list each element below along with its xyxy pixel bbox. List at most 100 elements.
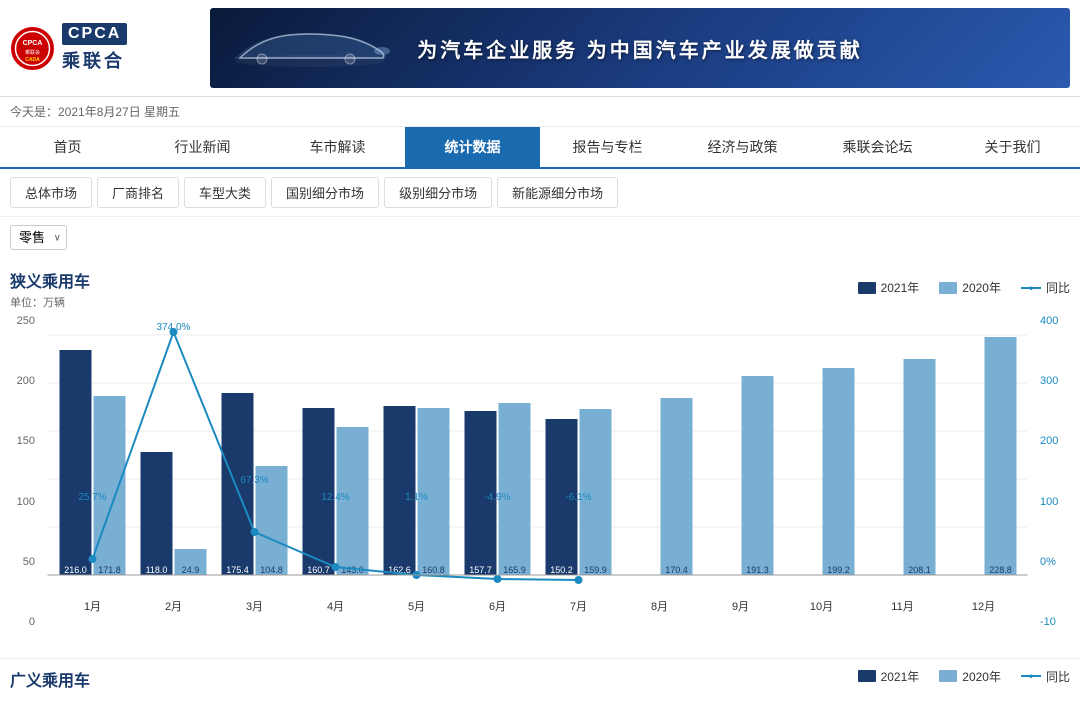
bar-2021-may [384,406,416,575]
chart2-legend-yoy: 同比 [1021,668,1070,685]
chart1-main: 216.0 171.8 1月 25.7% 118.0 24.9 2月 374.0… [40,315,1035,658]
svg-text:118.0: 118.0 [146,565,168,575]
svg-text:6月: 6月 [489,601,506,613]
nav-market[interactable]: 车市解读 [270,127,405,167]
svg-text:1月: 1月 [84,601,101,613]
sub-overall[interactable]: 总体市场 [10,177,92,208]
yoy-dot-jul [575,576,583,584]
bar-2020-aug [661,398,693,575]
svg-text:2月: 2月 [165,601,182,613]
svg-text:24.9: 24.9 [182,565,200,575]
yoy-dot-feb [170,328,178,336]
date-label: 今天是：2021年8月27日 星期五 [10,105,180,119]
sub-type[interactable]: 车型大类 [184,177,266,208]
chart2-legend-2020-box [939,670,957,682]
filter-select-wrapper: 零售 批发 [10,225,67,250]
svg-text:11月: 11月 [891,601,913,613]
logo-wrap: CPCA 乘联会 CADA CPCA 乘联合 [10,23,127,73]
svg-text:159.9: 159.9 [584,565,607,575]
svg-text:-6.1%: -6.1% [565,492,591,503]
nav-forum[interactable]: 乘联会论坛 [810,127,945,167]
chart2-legend-2021-label: 2021年 [881,668,920,685]
svg-text:150.2: 150.2 [550,565,573,575]
svg-text:1.1%: 1.1% [405,492,428,503]
sub-newenergy[interactable]: 新能源细分市场 [497,177,618,208]
cpca-circle-logo: CPCA 乘联会 CADA [10,26,55,71]
nav-home[interactable]: 首页 [0,127,135,167]
sub-level[interactable]: 级别细分市场 [384,177,492,208]
chart1-y-left: 250 200 150 100 50 0 [10,315,40,658]
yoy-dot-jan [89,555,97,563]
svg-text:CADA: CADA [25,57,40,63]
svg-text:-4.9%: -4.9% [484,492,510,503]
yoy-dot-mar [251,528,259,536]
svg-text:216.0: 216.0 [64,565,87,575]
svg-text:160.8: 160.8 [422,565,445,575]
svg-text:228.8: 228.8 [989,565,1012,575]
chart2-legend-2021: 2021年 [858,668,920,685]
chart2-legend-yoy-label: 同比 [1046,668,1070,685]
nav-about[interactable]: 关于我们 [945,127,1080,167]
nav-economy[interactable]: 经济与政策 [675,127,810,167]
legend-yoy: 同比 [1021,279,1070,296]
svg-text:7月: 7月 [570,601,587,613]
nav-reports[interactable]: 报告与专栏 [540,127,675,167]
bar-2020-nov [904,359,936,575]
bar-2020-jun [499,403,531,575]
banner: 为汽车企业服务 为中国汽车产业发展做贡献 [210,8,1070,88]
legend-yoy-line [1021,287,1041,289]
bar-2021-feb [141,452,173,575]
logo-area: CPCA 乘联会 CADA CPCA 乘联合 [10,23,190,73]
svg-text:157.7: 157.7 [469,565,492,575]
yoy-dot-jun [494,575,502,583]
chart1-legend: 2021年 2020年 同比 [858,279,1070,296]
header: CPCA 乘联会 CADA CPCA 乘联合 为汽车企业服务 为中国汽车产业发展 [0,0,1080,97]
svg-text:9月: 9月 [732,601,749,613]
svg-text:199.2: 199.2 [827,565,850,575]
chart2-legend-yoy-line [1021,675,1041,677]
sub-manufacturer[interactable]: 厂商排名 [97,177,179,208]
legend-2021-box [858,282,876,294]
svg-text:170.4: 170.4 [665,565,688,575]
svg-text:5月: 5月 [408,601,425,613]
chart1-y-right: 400 300 200 100 0% -10 [1035,315,1070,658]
bar-2020-jan [94,396,126,575]
legend-2020-label: 2020年 [962,279,1001,296]
chart1-section: 狭义乘用车 单位：万辆 2021年 2020年 同比 250 200 150 1… [0,258,1080,658]
legend-yoy-label: 同比 [1046,279,1070,296]
bar-2020-dec [985,337,1017,575]
svg-text:12月: 12月 [972,601,995,613]
svg-text:67.3%: 67.3% [240,475,268,486]
filter-select[interactable]: 零售 批发 [10,225,67,250]
cpca-top: CPCA 乘联会 CADA CPCA 乘联合 [10,23,127,73]
svg-text:208.1: 208.1 [908,565,931,575]
svg-text:25.7%: 25.7% [78,492,106,503]
sub-country[interactable]: 国别细分市场 [271,177,379,208]
legend-2020: 2020年 [939,279,1001,296]
svg-text:3月: 3月 [246,601,263,613]
legend-2020-box [939,282,957,294]
legend-2021: 2021年 [858,279,920,296]
cpca-text: CPCA [62,23,127,45]
svg-text:171.8: 171.8 [98,565,121,575]
yoy-dot-apr [332,563,340,571]
chart2-legend-2020: 2020年 [939,668,1001,685]
chart2-title: 广义乘用车 [10,667,90,691]
nav-stats[interactable]: 统计数据 [405,127,540,167]
chart1-title: 狭义乘用车 [10,268,90,292]
nav-news[interactable]: 行业新闻 [135,127,270,167]
svg-text:191.3: 191.3 [746,565,769,575]
legend-2021-label: 2021年 [881,279,920,296]
svg-text:160.7: 160.7 [307,565,330,575]
svg-text:165.9: 165.9 [503,565,526,575]
bar-2020-oct [823,368,855,575]
chart1-unit: 单位：万辆 [10,294,90,310]
chart2-legend-2021-box [858,670,876,682]
svg-text:104.8: 104.8 [260,565,283,575]
banner-text: 为汽车企业服务 为中国汽车产业发展做贡献 [417,34,863,63]
chart2-legend-2020-label: 2020年 [962,668,1001,685]
banner-car-svg [220,23,400,73]
chart1-svg: 216.0 171.8 1月 25.7% 118.0 24.9 2月 374.0… [40,315,1035,655]
svg-text:175.4: 175.4 [226,565,249,575]
filter-bar: 零售 批发 [0,217,1080,258]
